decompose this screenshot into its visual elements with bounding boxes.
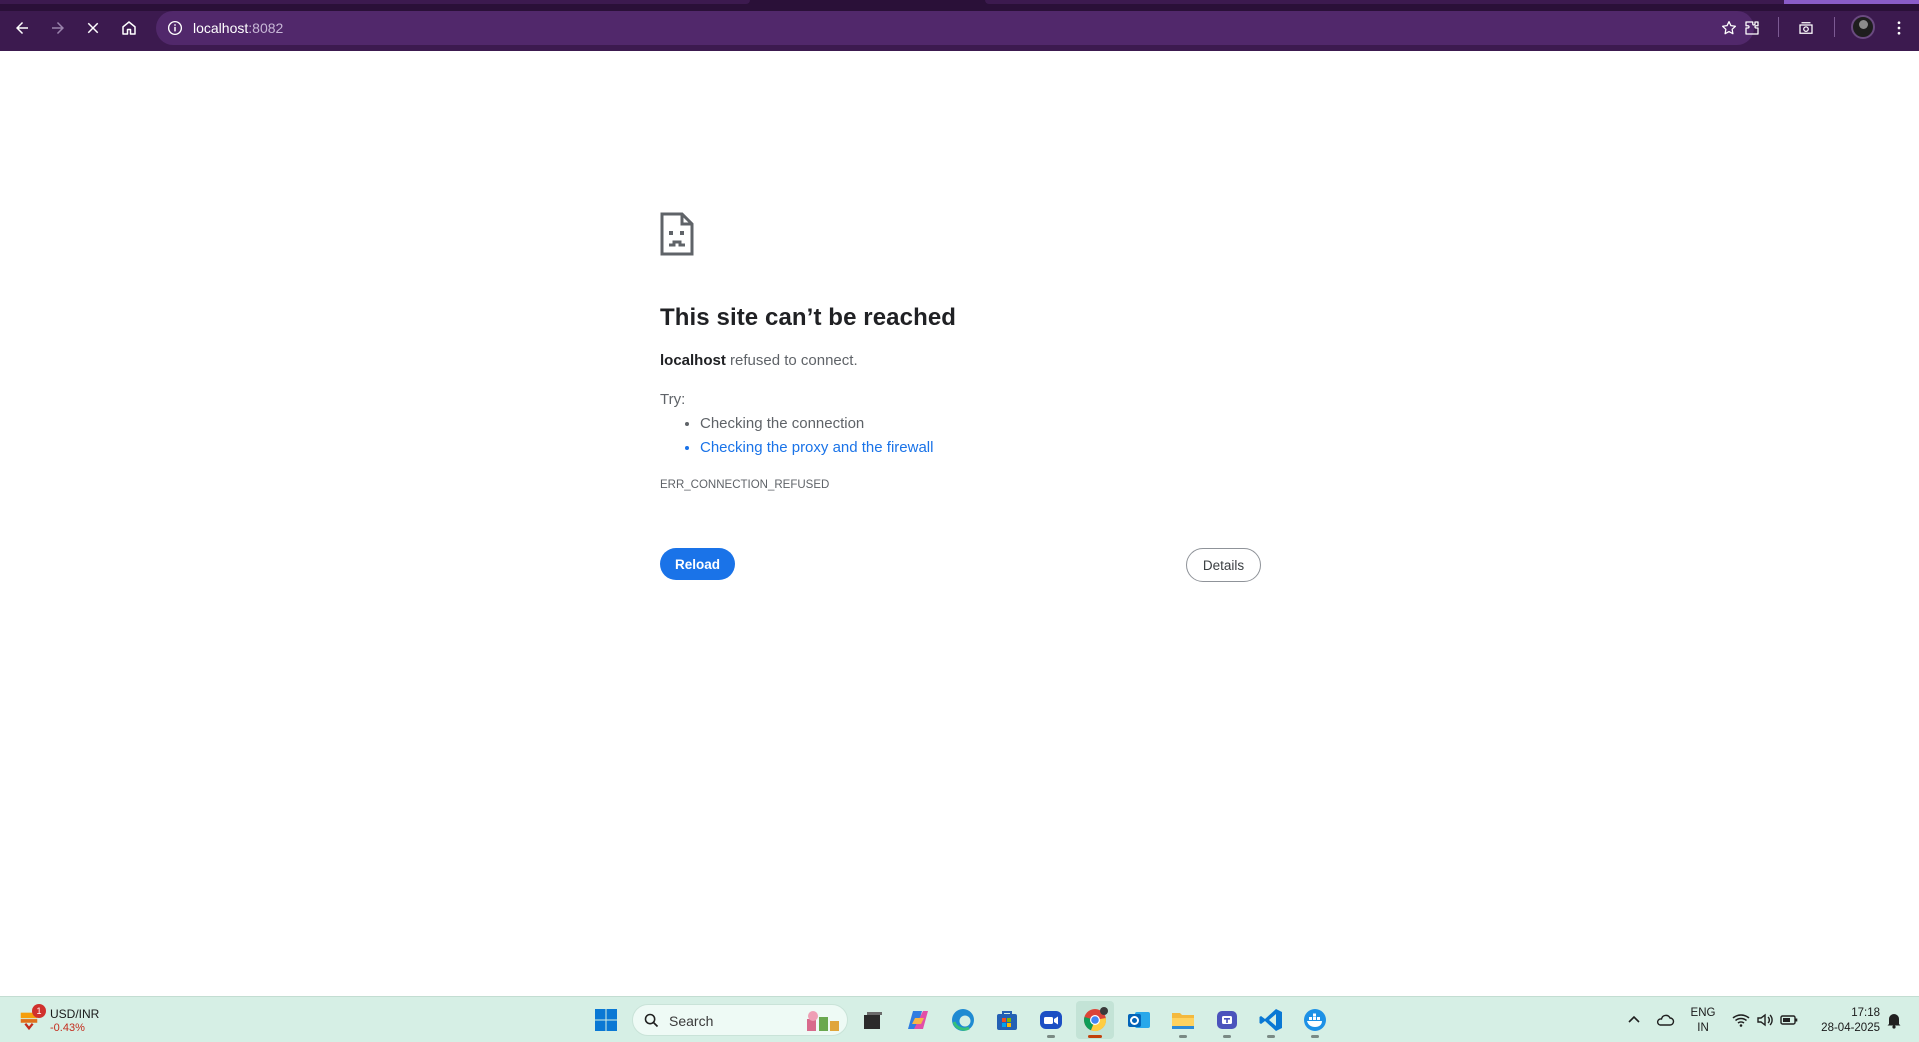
suggestion-list: Checking the connection Checking the pro…	[700, 414, 933, 462]
profile-avatar[interactable]	[1851, 15, 1875, 39]
tab-right[interactable]	[985, 0, 1785, 4]
running-indicator	[1223, 1035, 1231, 1038]
teams-icon	[1217, 1011, 1237, 1029]
search-icon	[644, 1013, 659, 1028]
menu-button[interactable]	[1883, 13, 1915, 43]
error-message-rest: refused to connect.	[725, 352, 858, 369]
onedrive-cloud-icon[interactable]	[1655, 1010, 1675, 1030]
tab-left[interactable]	[0, 0, 750, 4]
folder-icon	[1172, 1013, 1194, 1029]
toolbar-separator	[1834, 17, 1835, 37]
show-hidden-icons-chevron-icon[interactable]	[1624, 1010, 1644, 1030]
back-button[interactable]	[6, 13, 38, 43]
docker-app[interactable]	[1296, 1001, 1334, 1039]
notification-badge: 1	[32, 1004, 46, 1018]
home-button[interactable]	[113, 13, 145, 43]
running-indicator	[1047, 1035, 1055, 1038]
outlook-icon	[1128, 1012, 1150, 1028]
url-text[interactable]: localhost:8082	[193, 20, 283, 36]
volume-icon[interactable]	[1755, 1010, 1775, 1030]
running-indicator	[1088, 1035, 1102, 1038]
url-port: :8082	[248, 20, 284, 36]
tab-active-accent	[1784, 0, 1919, 4]
file-explorer-app[interactable]	[1164, 1001, 1202, 1039]
error-code: ERR_CONNECTION_REFUSED	[660, 479, 830, 491]
outlook-app[interactable]	[1120, 1001, 1158, 1039]
forward-button[interactable]	[42, 13, 74, 43]
sad-page-icon	[660, 212, 694, 256]
suggestion-check-proxy-link[interactable]: Checking the proxy and the firewall	[700, 438, 933, 462]
start-button[interactable]	[587, 1001, 625, 1039]
browser-toolbar: localhost:8082	[0, 0, 1919, 51]
language-code: ENG	[1690, 1007, 1716, 1019]
details-button[interactable]: Details	[1186, 548, 1261, 582]
chrome-app[interactable]	[1076, 1001, 1114, 1039]
widgets-ticker[interactable]: 1 USD/INR -0.43%	[14, 1003, 124, 1037]
teams-app[interactable]	[1208, 1001, 1246, 1039]
vscode-app[interactable]	[1252, 1001, 1290, 1039]
stop-loading-button[interactable]	[77, 13, 109, 43]
running-indicator	[1179, 1035, 1187, 1038]
forward-icon	[52, 22, 64, 34]
wifi-icon[interactable]	[1731, 1010, 1751, 1030]
url-host: localhost	[193, 20, 249, 36]
windows-logo-icon	[595, 1009, 617, 1031]
reload-button[interactable]: Reload	[660, 548, 735, 580]
address-bar[interactable]: localhost:8082	[156, 11, 1754, 45]
media-icon	[1799, 22, 1813, 34]
running-indicator	[1311, 1035, 1319, 1038]
copilot-icon	[908, 1011, 928, 1029]
task-view-button[interactable]	[854, 1001, 892, 1039]
chrome-icon	[1084, 1007, 1108, 1032]
copilot-app[interactable]	[899, 1001, 937, 1039]
vscode-icon	[1259, 1009, 1282, 1031]
media-button[interactable]	[1790, 13, 1822, 43]
try-label: Try:	[660, 391, 686, 408]
error-host: localhost	[660, 352, 726, 369]
clock[interactable]: 17:18 28-04-2025	[1808, 1006, 1880, 1036]
edge-icon	[952, 1009, 974, 1031]
docker-icon	[1304, 1009, 1326, 1031]
extensions-button[interactable]	[1736, 13, 1768, 43]
suggestion-check-connection: Checking the connection	[700, 414, 933, 438]
notification-bell-icon[interactable]	[1884, 1010, 1904, 1030]
home-icon	[122, 21, 136, 35]
extensions-icon	[1745, 21, 1759, 35]
zoom-icon	[1040, 1011, 1062, 1029]
battery-icon[interactable]	[1779, 1010, 1799, 1030]
running-indicator	[1267, 1035, 1275, 1038]
region-code: IN	[1697, 1022, 1709, 1034]
search-highlight-icon	[807, 1011, 839, 1031]
taskbar: 1 USD/INR -0.43% Search ENG IN 17:18 28-…	[0, 996, 1919, 1042]
input-language-indicator[interactable]: ENG IN	[1688, 1006, 1718, 1036]
ticker-change: -0.43%	[50, 1022, 85, 1034]
error-title: This site can’t be reached	[660, 304, 957, 331]
clock-date: 28-04-2025	[1821, 1022, 1880, 1034]
tab-strip	[0, 0, 1919, 11]
search-placeholder: Search	[669, 1013, 714, 1029]
error-message: localhost refused to connect.	[660, 352, 858, 369]
taskbar-search[interactable]: Search	[632, 1004, 848, 1036]
toolbar-separator	[1778, 17, 1779, 37]
store-app[interactable]	[988, 1001, 1026, 1039]
store-icon	[997, 1011, 1017, 1030]
zoom-app[interactable]	[1032, 1001, 1070, 1039]
task-view-icon	[864, 1012, 882, 1029]
stop-icon	[87, 22, 99, 34]
edge-app[interactable]	[944, 1001, 982, 1039]
ticker-symbol: USD/INR	[50, 1007, 100, 1021]
clock-time: 17:18	[1851, 1007, 1880, 1019]
site-info-icon[interactable]	[166, 19, 184, 37]
back-icon	[16, 22, 28, 34]
menu-icon	[1897, 21, 1901, 35]
